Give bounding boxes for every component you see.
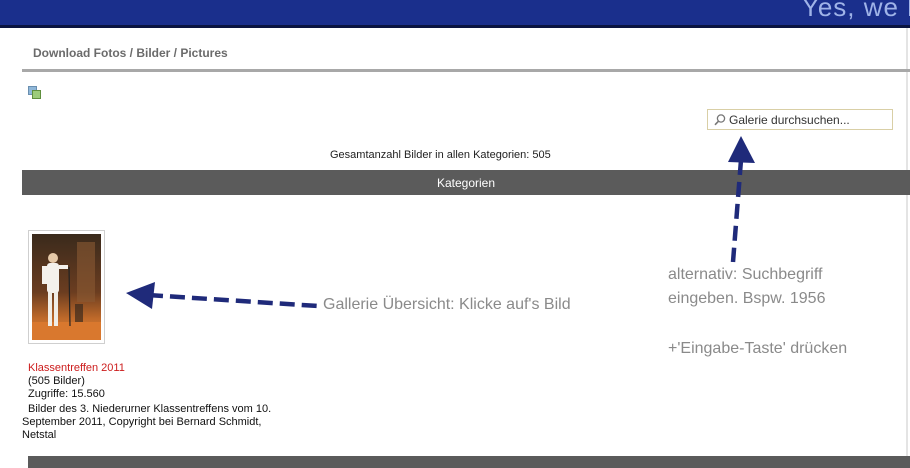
- page-right-border: [906, 28, 908, 468]
- category-thumbnail-image[interactable]: [32, 234, 101, 340]
- gallery-search-field[interactable]: [707, 109, 893, 130]
- search-arrow: [728, 136, 755, 263]
- gallery-arrow: [126, 282, 319, 309]
- magnifier-icon: [714, 113, 726, 125]
- category-image-count: (505 Bilder): [28, 375, 85, 387]
- search-hint-annotation: alternativ: Suchbegriff: [668, 266, 823, 283]
- gallery-hint-annotation: Gallerie Übersicht: Klicke auf's Bild: [323, 296, 571, 313]
- category-description-line: Netstal: [22, 429, 57, 441]
- page-title: Download Fotos / Bilder / Pictures: [33, 46, 228, 60]
- category-thumbnail[interactable]: [28, 230, 105, 344]
- slideshow-icon[interactable]: [28, 86, 41, 99]
- categories-header-bar: Kategorien: [22, 170, 910, 195]
- header-divider: [0, 25, 910, 28]
- title-divider: [22, 69, 910, 72]
- next-category-bar: [28, 456, 910, 468]
- total-images-count: Gesamtanzahl Bilder in allen Kategorien:…: [330, 149, 551, 161]
- site-header-banner: Yes, we l: [0, 0, 910, 28]
- header-slogan: Yes, we l: [801, 0, 910, 22]
- search-hint-annotation: eingeben. Bspw. 1956: [668, 290, 826, 307]
- category-name-link[interactable]: Klassentreffen 2011: [28, 362, 125, 374]
- categories-header-label: Kategorien: [436, 175, 496, 190]
- category-description-line: Bilder des 3. Niederurner Klassentreffen…: [28, 403, 272, 415]
- category-description-line: September 2011, Copyright bei Bernard Sc…: [22, 416, 262, 428]
- search-input[interactable]: [727, 112, 889, 127]
- search-hint-annotation: +'Eingabe-Taste' drücken: [668, 340, 848, 357]
- category-views: Zugriffe: 15.560: [28, 388, 105, 400]
